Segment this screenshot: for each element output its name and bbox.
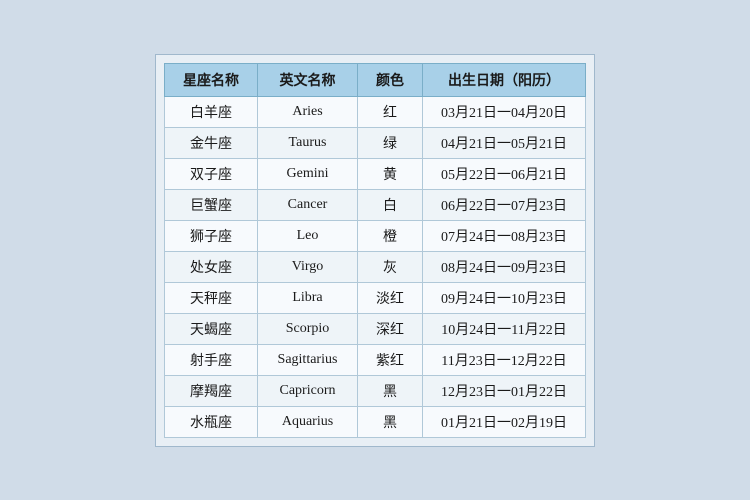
header-en: 英文名称	[258, 63, 358, 96]
table-row: 天蝎座Scorpio深红10月24日一11月22日	[165, 313, 586, 344]
table-row: 狮子座Leo橙07月24日一08月23日	[165, 220, 586, 251]
table-row: 金牛座Taurus绿04月21日一05月21日	[165, 127, 586, 158]
cell-en: Aries	[258, 96, 358, 127]
cell-en: Aquarius	[258, 406, 358, 437]
cell-cn: 射手座	[165, 344, 258, 375]
cell-date: 07月24日一08月23日	[423, 220, 586, 251]
cell-cn: 天蝎座	[165, 313, 258, 344]
zodiac-table-container: 星座名称 英文名称 颜色 出生日期（阳历） 白羊座Aries红03月21日一04…	[155, 54, 595, 447]
table-row: 巨蟹座Cancer白06月22日一07月23日	[165, 189, 586, 220]
cell-date: 06月22日一07月23日	[423, 189, 586, 220]
table-body: 白羊座Aries红03月21日一04月20日金牛座Taurus绿04月21日一0…	[165, 96, 586, 437]
cell-date: 05月22日一06月21日	[423, 158, 586, 189]
table-row: 处女座Virgo灰08月24日一09月23日	[165, 251, 586, 282]
cell-date: 03月21日一04月20日	[423, 96, 586, 127]
cell-en: Gemini	[258, 158, 358, 189]
cell-color: 白	[358, 189, 423, 220]
zodiac-table: 星座名称 英文名称 颜色 出生日期（阳历） 白羊座Aries红03月21日一04…	[164, 63, 586, 438]
cell-en: Scorpio	[258, 313, 358, 344]
cell-date: 01月21日一02月19日	[423, 406, 586, 437]
cell-en: Leo	[258, 220, 358, 251]
table-header-row: 星座名称 英文名称 颜色 出生日期（阳历）	[165, 63, 586, 96]
cell-date: 10月24日一11月22日	[423, 313, 586, 344]
cell-color: 橙	[358, 220, 423, 251]
table-row: 双子座Gemini黄05月22日一06月21日	[165, 158, 586, 189]
cell-cn: 狮子座	[165, 220, 258, 251]
cell-color: 黑	[358, 375, 423, 406]
table-row: 天秤座Libra淡红09月24日一10月23日	[165, 282, 586, 313]
cell-color: 绿	[358, 127, 423, 158]
cell-color: 红	[358, 96, 423, 127]
cell-cn: 巨蟹座	[165, 189, 258, 220]
header-color: 颜色	[358, 63, 423, 96]
cell-cn: 天秤座	[165, 282, 258, 313]
cell-cn: 摩羯座	[165, 375, 258, 406]
cell-date: 09月24日一10月23日	[423, 282, 586, 313]
cell-en: Capricorn	[258, 375, 358, 406]
table-row: 白羊座Aries红03月21日一04月20日	[165, 96, 586, 127]
cell-date: 08月24日一09月23日	[423, 251, 586, 282]
header-cn: 星座名称	[165, 63, 258, 96]
cell-en: Sagittarius	[258, 344, 358, 375]
header-date: 出生日期（阳历）	[423, 63, 586, 96]
cell-en: Taurus	[258, 127, 358, 158]
cell-date: 12月23日一01月22日	[423, 375, 586, 406]
cell-cn: 白羊座	[165, 96, 258, 127]
cell-color: 黑	[358, 406, 423, 437]
cell-date: 11月23日一12月22日	[423, 344, 586, 375]
cell-color: 紫红	[358, 344, 423, 375]
cell-en: Virgo	[258, 251, 358, 282]
cell-color: 淡红	[358, 282, 423, 313]
cell-cn: 水瓶座	[165, 406, 258, 437]
cell-en: Libra	[258, 282, 358, 313]
cell-color: 深红	[358, 313, 423, 344]
table-row: 射手座Sagittarius紫红11月23日一12月22日	[165, 344, 586, 375]
table-row: 水瓶座Aquarius黑01月21日一02月19日	[165, 406, 586, 437]
cell-cn: 双子座	[165, 158, 258, 189]
cell-en: Cancer	[258, 189, 358, 220]
cell-color: 黄	[358, 158, 423, 189]
cell-color: 灰	[358, 251, 423, 282]
cell-cn: 金牛座	[165, 127, 258, 158]
table-row: 摩羯座Capricorn黑12月23日一01月22日	[165, 375, 586, 406]
cell-cn: 处女座	[165, 251, 258, 282]
cell-date: 04月21日一05月21日	[423, 127, 586, 158]
